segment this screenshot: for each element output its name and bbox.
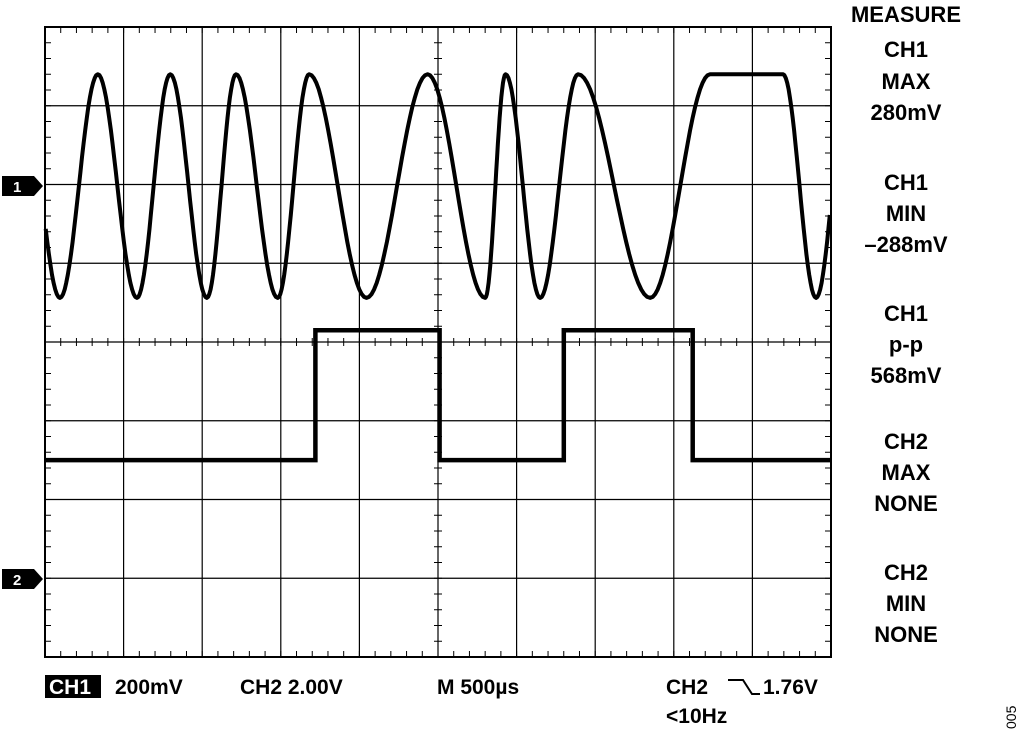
measure-ch2-max-name: MAX [882, 460, 931, 485]
measure-ch2-min-name: MIN [886, 591, 926, 616]
trigger-source: CH2 [666, 676, 708, 699]
status-bar: CH1 200mV CH2 2.00V M 500µs CH2 1.76V <1… [45, 675, 818, 728]
measure-ch1-pp-value: 568mV [871, 363, 942, 388]
timebase: M 500µs [437, 676, 519, 699]
measure-ch1-pp-name: p-p [889, 332, 923, 357]
measure-ch2-max-value: NONE [874, 491, 938, 516]
channel-1-ground-marker: 1 [2, 176, 43, 196]
measure-header: MEASURE [851, 2, 961, 27]
ch1-label: CH1 [49, 676, 91, 699]
figure-id: 005 [1003, 705, 1019, 729]
measure-ch1-pp-channel: CH1 [884, 301, 928, 326]
frequency-readout: <10Hz [666, 705, 727, 728]
measure-ch1-min-name: MIN [886, 201, 926, 226]
measure-ch1-max-channel: CH1 [884, 37, 928, 62]
measure-ch1-max-value: 280mV [871, 100, 942, 125]
channel-1-marker-arrow [2, 176, 43, 196]
ch2-trace [45, 327, 831, 463]
oscilloscope-display: 1 2 MEASURE CH1 MAX 280mV CH1 MIN –288mV… [2, 2, 961, 728]
channel-1-marker-label: 1 [13, 179, 21, 196]
falling-edge-trigger-icon [728, 679, 760, 695]
measure-ch2-max-channel: CH2 [884, 429, 928, 454]
channel-2-marker-arrow [2, 569, 43, 589]
measure-ch1-max-name: MAX [882, 69, 931, 94]
channel-2-ground-marker: 2 [2, 569, 43, 589]
ch2-scale: CH2 2.00V [240, 676, 343, 699]
measure-panel: MEASURE CH1 MAX 280mV CH1 MIN –288mV CH1… [851, 2, 961, 647]
channel-2-marker-label: 2 [13, 572, 21, 589]
measure-ch1-min-channel: CH1 [884, 170, 928, 195]
trigger-level: 1.76V [763, 676, 818, 699]
measure-ch1-min-value: –288mV [864, 232, 948, 257]
ch1-scale: 200mV [115, 676, 183, 699]
measure-ch2-min-value: NONE [874, 622, 938, 647]
measure-ch2-min-channel: CH2 [884, 560, 928, 585]
